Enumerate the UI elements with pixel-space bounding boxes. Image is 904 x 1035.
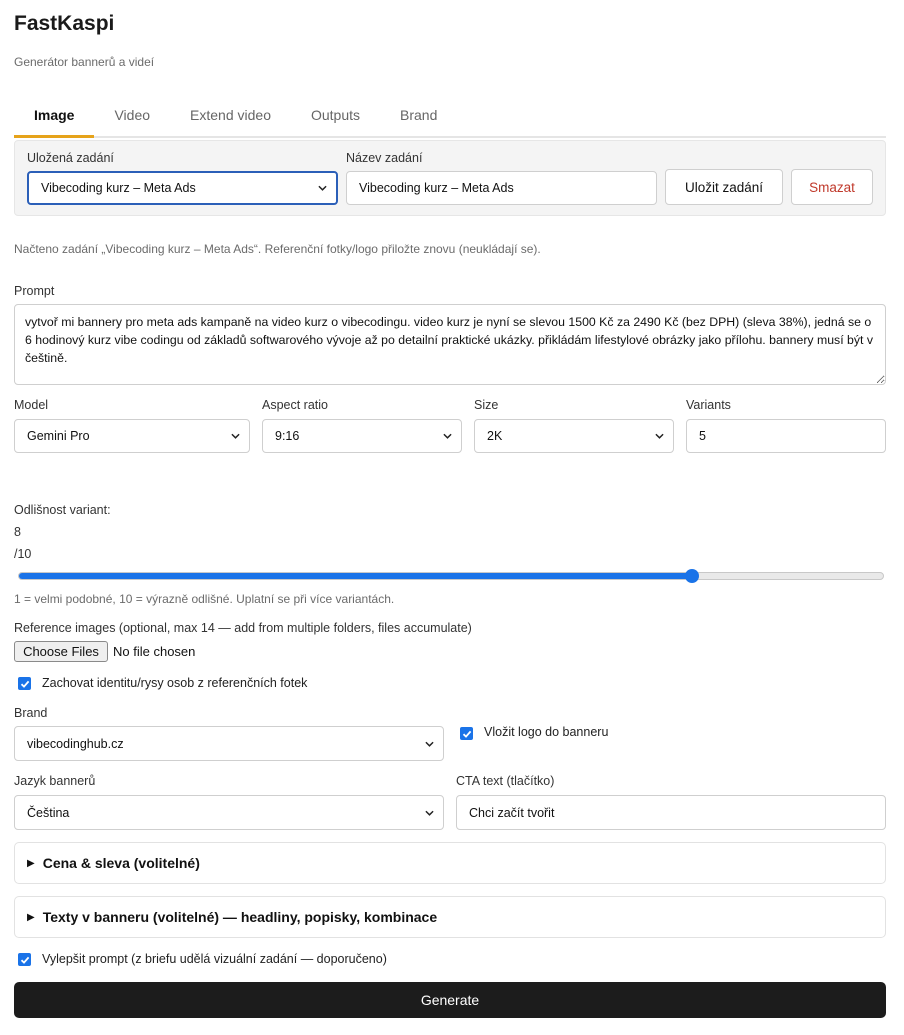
triangle-right-icon: ▶ — [27, 911, 35, 923]
language-select[interactable]: Čeština — [14, 795, 444, 830]
chevron-down-icon — [231, 433, 240, 439]
choose-files-button[interactable]: Choose Files — [14, 641, 108, 662]
check-icon — [20, 956, 29, 964]
keep-identity-label: Zachovat identitu/rysy osob z referenční… — [42, 676, 308, 690]
check-icon — [462, 730, 471, 738]
cta-label: CTA text (tlačítko) — [456, 774, 555, 788]
size-select[interactable]: 2K — [474, 419, 674, 453]
chevron-down-icon — [318, 185, 327, 191]
insert-logo-checkbox[interactable] — [460, 727, 473, 740]
saved-prompts-select[interactable]: Vibecoding kurz – Meta Ads — [27, 171, 338, 205]
variants-label: Variants — [686, 398, 731, 412]
saved-prompts-select-value: Vibecoding kurz – Meta Ads — [41, 181, 196, 195]
model-select-value: Gemini Pro — [27, 429, 90, 443]
price-section-title: Cena & sleva (volitelné) — [42, 855, 200, 871]
texts-section-toggle[interactable]: ▶ Texty v banneru (volitelné) — headliny… — [14, 896, 886, 938]
prompt-label: Prompt — [14, 284, 55, 298]
model-label: Model — [14, 398, 49, 412]
variance-slider-track[interactable] — [18, 572, 884, 580]
improve-prompt-label: Vylepšit prompt (z briefu udělá vizuální… — [42, 952, 387, 966]
language-label: Jazyk bannerů — [14, 774, 96, 788]
cta-input[interactable]: Chci začít tvořit — [456, 795, 886, 830]
size-label: Size — [474, 398, 499, 412]
prompt-name-label: Název zadání — [346, 151, 423, 165]
variance-value: 8 — [14, 525, 21, 539]
chevron-down-icon — [425, 741, 434, 747]
aspect-ratio-value: 9:16 — [275, 429, 300, 443]
brand-label: Brand — [14, 706, 48, 720]
aspect-ratio-label: Aspect ratio — [262, 398, 329, 412]
size-value: 2K — [487, 429, 503, 443]
texts-section-title: Texty v banneru (volitelné) — headliny, … — [42, 909, 438, 925]
variance-slider-fill — [19, 573, 693, 579]
aspect-ratio-select[interactable]: 9:16 — [262, 419, 462, 453]
app-subtitle: Generátor bannerů a videí — [14, 55, 155, 69]
chevron-down-icon — [443, 433, 452, 439]
model-select[interactable]: Gemini Pro — [14, 419, 250, 453]
tab-extend-video[interactable]: Extend video — [170, 100, 291, 138]
variance-hint: 1 = velmi podobné, 10 = výrazně odlišné.… — [14, 592, 395, 606]
improve-prompt-checkbox[interactable] — [18, 953, 31, 966]
keep-identity-checkbox[interactable] — [18, 677, 31, 690]
variance-label: Odlišnost variant: — [14, 503, 111, 517]
variance-max: /10 — [14, 547, 32, 561]
tab-image[interactable]: Image — [14, 100, 95, 138]
variants-input[interactable]: 5 — [686, 419, 886, 453]
triangle-right-icon: ▶ — [27, 857, 35, 869]
tab-outputs[interactable]: Outputs — [291, 100, 380, 138]
reference-images-label: Reference images (optional, max 14 — add… — [14, 621, 472, 635]
save-prompt-button[interactable]: Uložit zadání — [665, 169, 783, 205]
app-title: FastKaspi — [14, 12, 115, 35]
check-icon — [20, 680, 29, 688]
tab-bar: Image Video Extend video Outputs Brand — [14, 100, 886, 138]
brand-select[interactable]: vibecodinghub.cz — [14, 726, 444, 761]
variants-value: 5 — [699, 429, 706, 443]
tab-video[interactable]: Video — [94, 100, 170, 138]
price-section-toggle[interactable]: ▶ Cena & sleva (volitelné) — [14, 842, 886, 884]
chevron-down-icon — [655, 433, 664, 439]
tab-brand[interactable]: Brand — [380, 100, 457, 138]
insert-logo-label: Vložit logo do banneru — [484, 725, 609, 739]
prompt-name-input[interactable]: Vibecoding kurz – Meta Ads — [346, 171, 657, 205]
prompt-textarea[interactable] — [14, 304, 886, 385]
brand-select-value: vibecodinghub.cz — [27, 736, 124, 751]
variance-slider-thumb[interactable] — [684, 569, 699, 583]
file-status: No file chosen — [113, 644, 196, 659]
language-select-value: Čeština — [27, 805, 70, 820]
cta-value: Chci začít tvořit — [469, 805, 555, 820]
delete-prompt-button[interactable]: Smazat — [791, 169, 873, 205]
loaded-note: Načteno zadání „Vibecoding kurz – Meta A… — [14, 242, 541, 256]
prompt-name-value: Vibecoding kurz – Meta Ads — [359, 181, 514, 195]
chevron-down-icon — [425, 810, 434, 816]
generate-button[interactable]: Generate — [14, 982, 886, 1018]
saved-prompts-label: Uložená zadání — [27, 151, 114, 165]
